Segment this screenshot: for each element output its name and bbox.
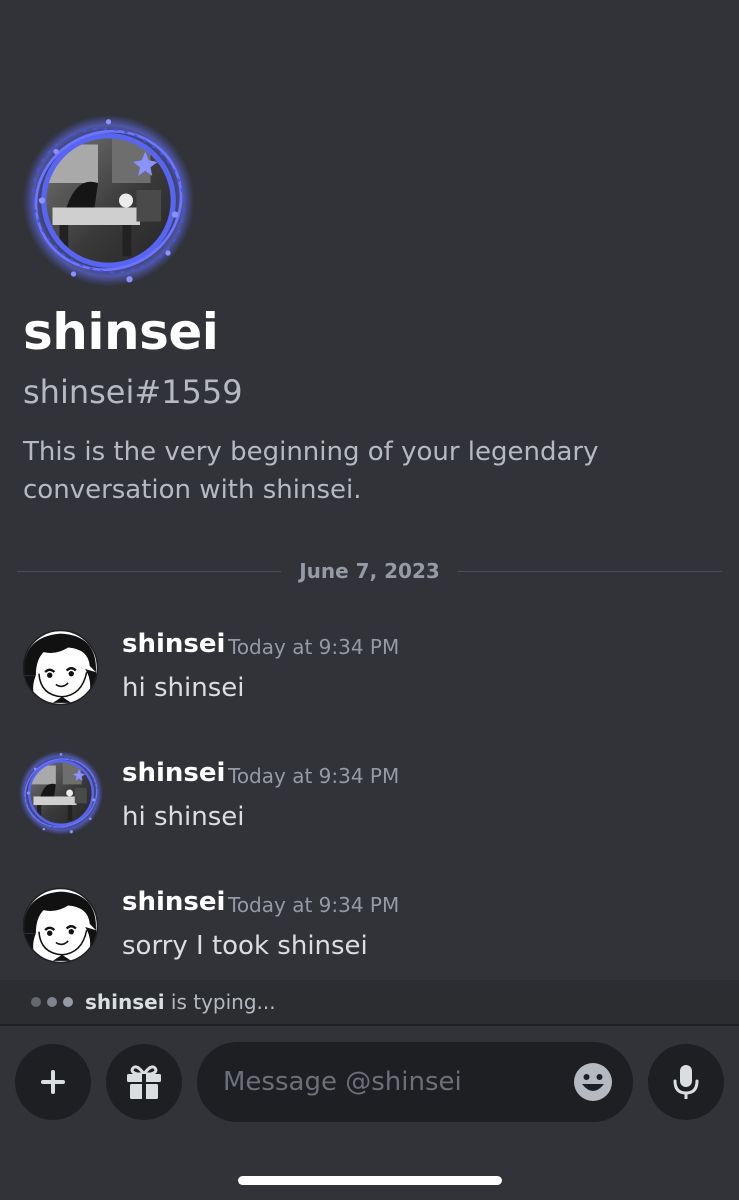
message-timestamp: Today at 9:34 PM <box>228 635 400 659</box>
voice-message-button[interactable] <box>648 1044 724 1120</box>
plus-icon <box>41 1070 65 1094</box>
message-avatar[interactable] <box>22 629 99 706</box>
message-input[interactable] <box>223 1042 553 1122</box>
add-attachment-button[interactable] <box>15 1044 91 1120</box>
divider-date: June 7, 2023 <box>299 559 440 583</box>
gift-icon <box>127 1065 161 1099</box>
message-content: hi shinsei <box>122 673 245 703</box>
typing-dots-icon <box>31 997 73 1007</box>
message-timestamp: Today at 9:34 PM <box>228 893 400 917</box>
divider-line-right <box>457 570 722 572</box>
message-timestamp: Today at 9:34 PM <box>228 764 400 788</box>
message-composer <box>197 1042 633 1122</box>
profile-avatar[interactable] <box>21 113 196 288</box>
message-item[interactable]: shinsei Today at 9:34 PM sorry I took sh… <box>0 887 739 987</box>
message-content: sorry I took shinsei <box>122 931 368 961</box>
conversation-intro: This is the very beginning of your legen… <box>23 437 599 505</box>
typing-text: shinsei is typing... <box>85 990 276 1014</box>
message-content: hi shinsei <box>122 802 245 832</box>
message-avatar[interactable] <box>18 750 104 836</box>
typing-user: shinsei <box>85 990 165 1014</box>
profile-display-name: shinsei <box>23 303 219 361</box>
emoji-button[interactable] <box>573 1062 613 1102</box>
profile-tag: shinsei#1559 <box>23 373 243 411</box>
message-author[interactable]: shinsei <box>122 629 225 659</box>
date-divider: June 7, 2023 <box>17 556 722 586</box>
message-item[interactable]: shinsei Today at 9:34 PM hi shinsei <box>0 629 739 729</box>
microphone-icon <box>673 1065 699 1099</box>
message-author[interactable]: shinsei <box>122 887 225 917</box>
emoji-icon <box>574 1063 612 1101</box>
typing-suffix: is typing... <box>164 990 276 1014</box>
gift-button[interactable] <box>106 1044 182 1120</box>
message-item[interactable]: shinsei Today at 9:34 PM hi shinsei <box>0 758 739 858</box>
typing-indicator: shinsei is typing... <box>0 980 739 1026</box>
message-author[interactable]: shinsei <box>122 758 225 788</box>
message-avatar[interactable] <box>22 887 99 964</box>
divider-line-left <box>17 570 282 572</box>
home-indicator[interactable] <box>238 1176 502 1185</box>
